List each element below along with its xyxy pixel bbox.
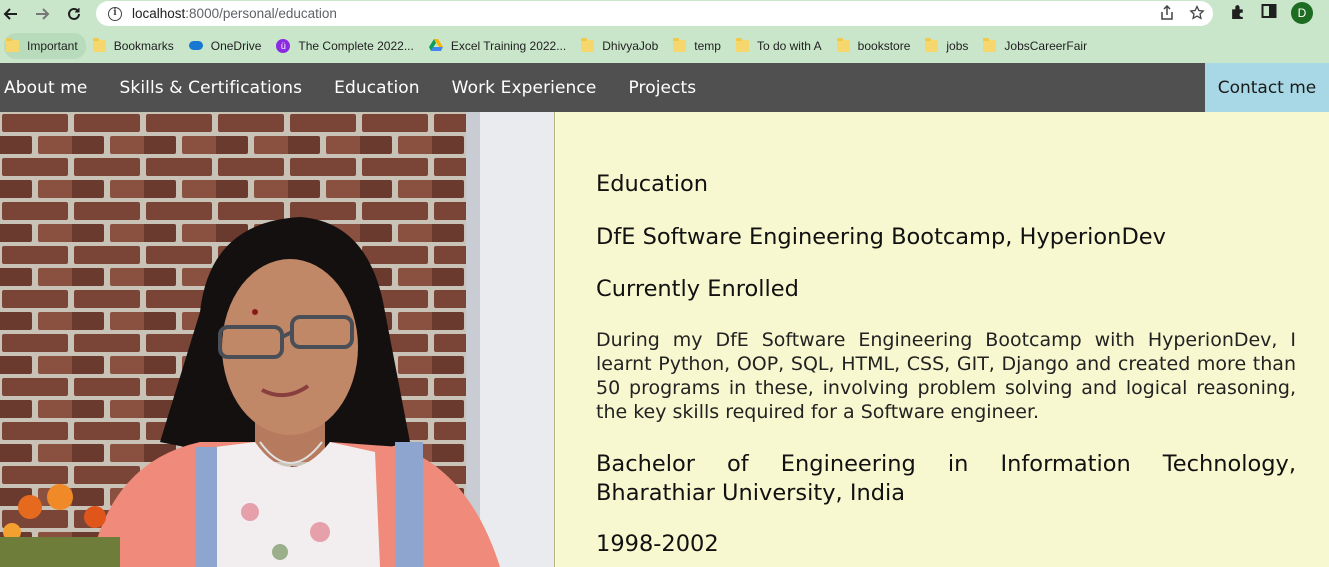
entry-title: Bachelor of Engineering in Information T… bbox=[596, 451, 1296, 506]
url-text: localhost:8000/personal/education bbox=[132, 6, 337, 21]
bookmark-todo[interactable]: To do with A bbox=[734, 33, 830, 59]
onedrive-icon bbox=[188, 41, 203, 50]
address-bar[interactable]: i localhost:8000/personal/education bbox=[96, 1, 1213, 26]
bookmark-label: Excel Training 2022... bbox=[450, 38, 567, 53]
url-host: localhost bbox=[132, 6, 186, 21]
bookmark-bookstore[interactable]: bookstore bbox=[835, 33, 919, 59]
bookmark-label: To do with A bbox=[756, 38, 822, 53]
nav-education[interactable]: Education bbox=[334, 78, 420, 98]
entry-period: Currently Enrolled bbox=[596, 276, 799, 302]
folder-icon bbox=[6, 37, 19, 52]
bookmark-label: bookstore bbox=[857, 38, 911, 53]
folder-icon bbox=[673, 37, 687, 52]
bookmark-label: JobsCareerFair bbox=[1004, 38, 1088, 53]
bookmark-jobscareerfair[interactable]: JobsCareerFair bbox=[981, 33, 1095, 59]
folder-icon bbox=[925, 37, 939, 52]
bookmark-jobs[interactable]: jobs bbox=[923, 33, 976, 59]
site-info-icon[interactable]: i bbox=[108, 6, 122, 21]
nav-work-experience[interactable]: Work Experience bbox=[452, 78, 597, 98]
folder-icon bbox=[735, 37, 749, 52]
bookmark-label: temp bbox=[694, 38, 721, 53]
url-path: :8000/personal/education bbox=[185, 6, 337, 21]
bookmark-bookmarks[interactable]: Bookmarks bbox=[91, 33, 182, 59]
drive-icon bbox=[428, 39, 443, 53]
bookmark-label: OneDrive bbox=[210, 38, 262, 53]
bookmark-label: The Complete 2022... bbox=[298, 38, 414, 53]
bookmark-label: Bookmarks bbox=[113, 38, 174, 53]
forward-icon[interactable] bbox=[31, 3, 53, 25]
entry-description: During my DfE Software Engineering Bootc… bbox=[596, 329, 1296, 423]
bookmark-onedrive[interactable]: OneDrive bbox=[187, 33, 270, 59]
bookmark-excel-training[interactable]: Excel Training 2022... bbox=[427, 33, 574, 59]
profile-avatar[interactable]: D bbox=[1291, 2, 1313, 24]
folder-icon bbox=[581, 37, 595, 52]
bookmark-label: jobs bbox=[946, 38, 969, 53]
entry-period: 1998-2002 bbox=[596, 531, 719, 557]
nav-contact-me[interactable]: Contact me bbox=[1205, 63, 1329, 112]
bookmark-label: Important bbox=[27, 38, 78, 53]
folder-icon bbox=[836, 37, 850, 52]
folder-icon bbox=[92, 37, 106, 52]
bookmark-temp[interactable]: temp bbox=[671, 33, 729, 59]
side-panel-icon[interactable] bbox=[1261, 3, 1277, 23]
education-section: Education DfE Software Engineering Bootc… bbox=[556, 112, 1329, 567]
bookmarks-bar: Important Bookmarks OneDrive ü The Comple… bbox=[0, 28, 1329, 63]
nav-about-me[interactable]: About me bbox=[4, 78, 87, 98]
browser-toolbar: i localhost:8000/personal/education D bbox=[0, 0, 1329, 28]
bookmark-dhivyajob[interactable]: DhivyaJob bbox=[579, 33, 666, 59]
nav-skills-certifications[interactable]: Skills & Certifications bbox=[119, 78, 302, 98]
bookmark-complete-2022[interactable]: ü The Complete 2022... bbox=[274, 33, 421, 59]
back-icon[interactable] bbox=[0, 3, 22, 25]
folder-icon bbox=[983, 37, 997, 52]
bookmark-star-icon[interactable] bbox=[1189, 4, 1205, 25]
extensions-icon[interactable] bbox=[1230, 3, 1247, 24]
profile-photo bbox=[0, 112, 555, 567]
nav-projects[interactable]: Projects bbox=[628, 78, 696, 98]
reload-icon[interactable] bbox=[63, 3, 85, 25]
udemy-icon: ü bbox=[276, 38, 291, 53]
site-navbar: About me Skills & Certifications Educati… bbox=[0, 63, 1329, 112]
bookmark-important[interactable]: Important bbox=[4, 32, 86, 59]
bookmark-label: DhivyaJob bbox=[602, 38, 659, 53]
section-heading: Education bbox=[596, 171, 709, 197]
share-icon[interactable] bbox=[1159, 4, 1175, 25]
entry-title: DfE Software Engineering Bootcamp, Hyper… bbox=[596, 224, 1166, 250]
